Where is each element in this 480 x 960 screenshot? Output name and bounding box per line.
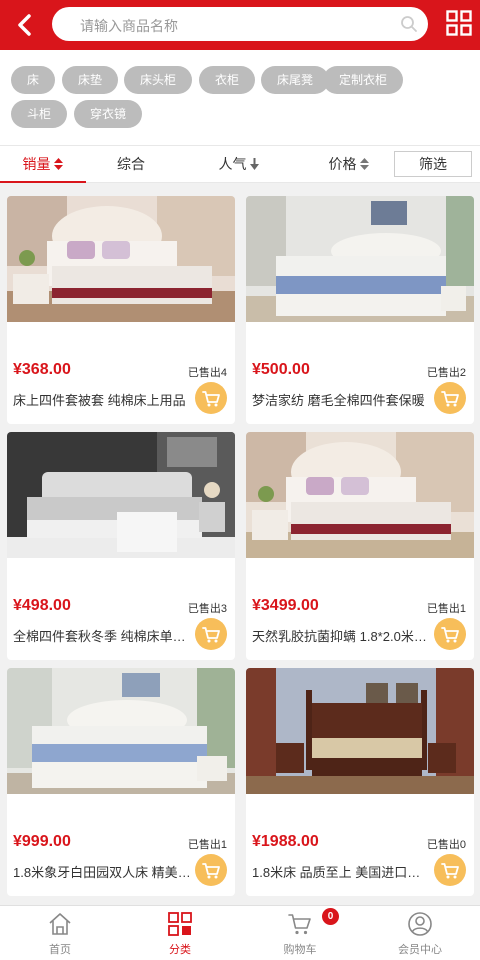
- product-title[interactable]: 1.8米象牙白田园双人床 精美欧式: [13, 862, 191, 881]
- category-tag[interactable]: 床: [11, 66, 56, 94]
- category-tag[interactable]: 定制衣柜: [323, 66, 404, 94]
- add-to-cart-button[interactable]: [195, 618, 227, 650]
- cart-icon: [202, 863, 220, 879]
- category-tag[interactable]: 斗柜: [11, 100, 68, 128]
- sort-sales-label: 销量: [22, 156, 51, 172]
- white-leather-bed-dark-room-image: [7, 432, 235, 558]
- category-tag[interactable]: 床尾凳: [261, 66, 330, 94]
- product-title[interactable]: 全棉四件套秋冬季 纯棉床单被套: [13, 626, 191, 645]
- product-title[interactable]: 1.8米床 品质至上 美国进口实木: [252, 862, 430, 881]
- white-tufted-bed-image: [246, 432, 474, 558]
- grid-view-icon[interactable]: [446, 10, 472, 36]
- product-card[interactable]: ¥999.00 已售出1 1.8米象牙白田园双人床 精美欧式: [7, 668, 235, 896]
- product-sold-count: 已售出0: [426, 839, 466, 851]
- nav-home[interactable]: 首页: [0, 906, 120, 960]
- search-bar[interactable]: 请输入商品名称: [52, 7, 428, 41]
- sort-updown-icon: [54, 158, 64, 170]
- sort-overall[interactable]: 综合: [96, 146, 166, 183]
- product-price: ¥1988.00: [252, 833, 319, 850]
- arrow-down-icon: [250, 158, 260, 170]
- product-title[interactable]: 梦洁家纺 磨毛全棉四件套保暖: [252, 390, 430, 409]
- sort-overall-label: 综合: [117, 156, 145, 172]
- product-sold-count: 已售出3: [187, 603, 227, 615]
- nav-cart[interactable]: 0 购物车: [240, 906, 360, 960]
- product-card[interactable]: ¥368.00 已售出4 床上四件套被套 纯棉床上用品: [7, 196, 235, 424]
- home-icon: [49, 913, 71, 935]
- product-title[interactable]: 床上四件套被套 纯棉床上用品: [13, 390, 191, 409]
- search-input[interactable]: 请输入商品名称: [80, 16, 178, 36]
- nav-category[interactable]: 分类: [120, 906, 240, 960]
- product-card[interactable]: ¥1988.00 已售出0 1.8米床 品质至上 美国进口实木: [246, 668, 474, 896]
- sort-price-label: 价格: [328, 156, 357, 172]
- product-sold-count: 已售出4: [187, 367, 227, 379]
- category-tag[interactable]: 衣柜: [199, 66, 256, 94]
- product-image[interactable]: [7, 432, 235, 558]
- add-to-cart-button[interactable]: [434, 854, 466, 886]
- ivory-pastoral-bed-image: [7, 668, 235, 794]
- add-to-cart-button[interactable]: [434, 382, 466, 414]
- product-title[interactable]: 天然乳胶抗菌抑螨 1.8*2.0米床垫: [252, 626, 430, 645]
- cart-icon: [202, 627, 220, 643]
- back-arrow-icon[interactable]: [10, 10, 40, 40]
- sort-bar: 销量 综合 人气 价格 筛选: [0, 145, 480, 183]
- nav-member-center-label: 会员中心: [398, 944, 442, 956]
- sort-sales[interactable]: 销量: [0, 146, 86, 183]
- add-to-cart-button[interactable]: [434, 618, 466, 650]
- filter-button[interactable]: 筛选: [394, 151, 472, 177]
- product-card[interactable]: ¥3499.00 已售出1 天然乳胶抗菌抑螨 1.8*2.0米床垫: [246, 432, 474, 660]
- dark-wood-american-bed-image: [246, 668, 474, 794]
- cart-icon: [441, 391, 459, 407]
- product-image[interactable]: [7, 668, 235, 794]
- bottom-nav: 首页 分类 0 购物车 会员中心: [0, 905, 480, 960]
- sort-popularity[interactable]: 人气: [204, 146, 274, 183]
- search-icon[interactable]: [400, 15, 418, 33]
- product-price: ¥999.00: [13, 833, 71, 850]
- nav-cart-label: 购物车: [283, 944, 317, 956]
- product-price: ¥498.00: [13, 597, 71, 614]
- add-to-cart-button[interactable]: [195, 382, 227, 414]
- product-price: ¥500.00: [252, 361, 310, 378]
- user-icon: [408, 912, 432, 936]
- category-icon: [168, 912, 192, 936]
- product-image[interactable]: [7, 196, 235, 322]
- product-image[interactable]: [246, 196, 474, 322]
- top-header: 请输入商品名称: [0, 0, 480, 50]
- white-tufted-bed-image: [7, 196, 235, 322]
- product-card[interactable]: ¥498.00 已售出3 全棉四件套秋冬季 纯棉床单被套: [7, 432, 235, 660]
- cart-icon: [441, 627, 459, 643]
- product-sold-count: 已售出2: [426, 367, 466, 379]
- nav-category-label: 分类: [169, 944, 191, 956]
- cart-icon: [288, 914, 311, 935]
- category-tag[interactable]: 床头柜: [124, 66, 193, 94]
- cart-count-badge: 0: [322, 908, 339, 925]
- sort-popularity-label: 人气: [218, 156, 247, 172]
- category-tag[interactable]: 穿衣镜: [74, 100, 143, 128]
- white-bed-blue-bedding-image: [246, 196, 474, 322]
- category-tags: 床 床垫 床头柜 衣柜 床尾凳 定制衣柜 斗柜 穿衣镜: [0, 50, 480, 145]
- sort-price[interactable]: 价格: [314, 146, 384, 183]
- product-price: ¥3499.00: [252, 597, 319, 614]
- sort-updown-icon: [360, 158, 370, 170]
- product-image[interactable]: [246, 668, 474, 794]
- product-price: ¥368.00: [13, 361, 71, 378]
- nav-home-label: 首页: [49, 944, 71, 956]
- cart-icon: [441, 863, 459, 879]
- cart-icon: [202, 391, 220, 407]
- product-image[interactable]: [246, 432, 474, 558]
- product-sold-count: 已售出1: [426, 603, 466, 615]
- product-card[interactable]: ¥500.00 已售出2 梦洁家纺 磨毛全棉四件套保暖: [246, 196, 474, 424]
- category-tag[interactable]: 床垫: [62, 66, 119, 94]
- nav-member-center[interactable]: 会员中心: [360, 906, 480, 960]
- product-sold-count: 已售出1: [187, 839, 227, 851]
- add-to-cart-button[interactable]: [195, 854, 227, 886]
